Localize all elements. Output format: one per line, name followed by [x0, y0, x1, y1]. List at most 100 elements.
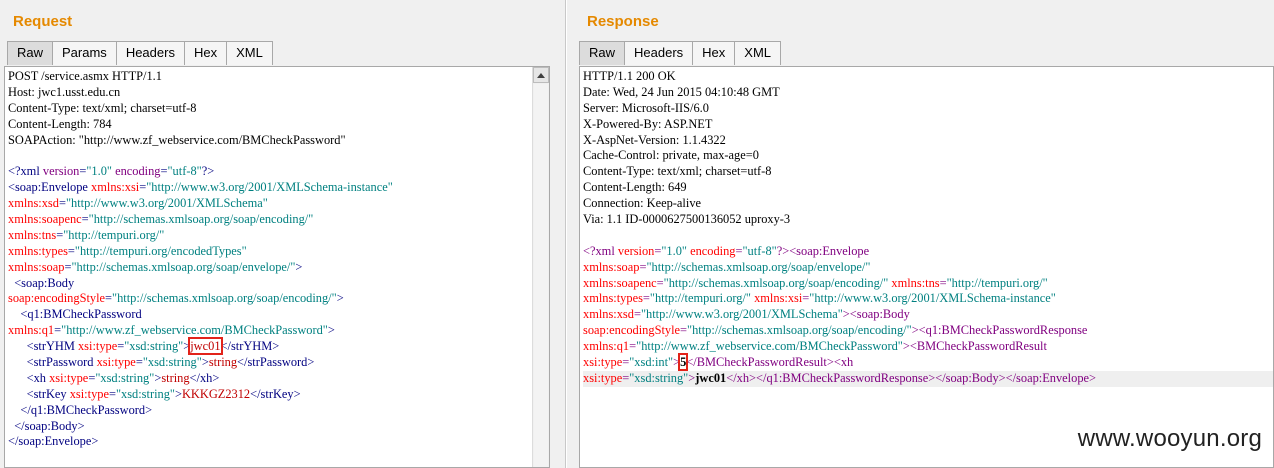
request-token: SOAPAction: "http://www.zf_webservice.co… — [8, 132, 346, 147]
request-token: xsi:type — [69, 386, 109, 401]
response-token: xmlns:soapenc — [583, 275, 657, 290]
request-line: xmlns:soapenc="http://schemas.xmlsoap.or… — [8, 212, 549, 228]
request-token: <strKey — [8, 386, 70, 401]
request-line: </q1:BMCheckPassword> — [8, 403, 549, 419]
request-token: xmlns:soapenc — [8, 212, 82, 227]
response-body[interactable]: HTTP/1.1 200 OK Date: Wed, 24 Jun 2015 04… — [580, 67, 1273, 387]
response-token: Via: 1.1 ID-0000627500136052 uproxy-3 — [583, 212, 791, 227]
request-tabs: Raw Params Headers Hex XML — [7, 41, 273, 65]
request-token: = — [58, 196, 66, 211]
response-token: Content-Length: 649 — [583, 180, 687, 195]
response-line: Cache-Control: private, max-age=0 — [583, 148, 1273, 164]
response-token: xmlns:xsi — [754, 291, 803, 306]
request-line: Content-Length: 784 — [8, 117, 549, 133]
response-token: </xh></q1:BMCheckPasswordResponse></soap… — [726, 370, 1096, 385]
response-line — [583, 228, 1273, 244]
request-token: xmlns:xsd — [8, 196, 59, 211]
request-tab-raw[interactable]: Raw — [7, 41, 54, 65]
request-token: version — [42, 164, 80, 179]
request-editor[interactable]: POST /service.asmx HTTP/1.1 Host: jwc1.us… — [4, 66, 550, 468]
request-token: </strKey> — [250, 386, 301, 401]
response-token: ><q1:BMCheckPasswordResponse — [911, 323, 1088, 338]
response-token: xsi:type — [583, 355, 623, 370]
response-token: X-AspNet-Version: 1.1.4322 — [583, 132, 726, 147]
request-token: = — [135, 355, 143, 370]
request-token: "http://www.w3.org/2001/XMLSchema" — [65, 196, 268, 211]
request-token: <strPassword — [8, 355, 97, 370]
response-line: Content-Type: text/xml; charset=utf-8 — [583, 164, 1273, 180]
response-line: Content-Length: 649 — [583, 180, 1273, 196]
request-line — [8, 148, 549, 164]
response-token: = — [735, 243, 743, 258]
request-token: <soap:Envelope — [8, 180, 92, 195]
request-line: xmlns:tns="http://tempuri.org/" — [8, 228, 549, 244]
response-title: Response — [587, 13, 659, 30]
response-token: X-Powered-By: ASP.NET — [583, 116, 713, 131]
request-title: Request — [13, 13, 73, 30]
response-token: = — [642, 291, 650, 306]
response-tab-hex[interactable]: Hex — [692, 41, 736, 65]
response-token: "http://www.zf_webservice.com/BMCheckPas… — [636, 339, 903, 354]
response-tab-xml[interactable]: XML — [734, 41, 782, 65]
request-line: <?xml version="1.0" encoding="utf-8"?> — [8, 164, 549, 180]
request-line: xmlns:types="http://tempuri.org/encodedT… — [8, 244, 549, 260]
request-tab-hex[interactable]: Hex — [183, 41, 228, 65]
request-tab-headers[interactable]: Headers — [115, 41, 185, 65]
request-body[interactable]: POST /service.asmx HTTP/1.1 Host: jwc1.us… — [5, 67, 549, 450]
watermark: www.wooyun.org — [1077, 425, 1262, 452]
request-token: xmlns:xsi — [91, 180, 140, 195]
response-line: xsi:type="xsd:string">jwc01</xh></q1:BMC… — [583, 370, 1273, 387]
response-line: soap:encodingStyle="http://schemas.xmlso… — [583, 323, 1273, 339]
request-token: </soap:Envelope> — [8, 434, 99, 449]
response-line: <?xml version="1.0" encoding="utf-8"?><s… — [583, 244, 1273, 260]
response-token: jwc01 — [695, 370, 727, 385]
request-token: "xsd:string" — [142, 355, 202, 370]
response-token: Cache-Control: private, max-age=0 — [583, 148, 759, 163]
response-line: xmlns:soapenc="http://schemas.xmlsoap.or… — [583, 276, 1273, 292]
scroll-track[interactable] — [534, 84, 548, 467]
response-tabs: Raw Headers Hex XML — [579, 41, 782, 65]
scroll-up-icon[interactable] — [533, 67, 549, 83]
response-editor[interactable]: HTTP/1.1 200 OK Date: Wed, 24 Jun 2015 04… — [579, 66, 1274, 468]
response-line: xmlns:types="http://tempuri.org/" xmlns:… — [583, 291, 1273, 307]
response-token: xsi:type — [583, 370, 623, 385]
request-token: "http://schemas.xmlsoap.org/soap/encodin… — [88, 212, 314, 227]
request-token: xmlns:tns — [8, 227, 57, 242]
response-token: "http://www.w3.org/2001/XMLSchema" — [640, 307, 843, 322]
request-token: </q1:BMCheckPassword> — [8, 402, 153, 417]
response-token: Content-Type: text/xml; charset=utf-8 — [583, 164, 772, 179]
response-token: encoding — [690, 243, 736, 258]
request-line: <xh xsi:type="xsd:string">string</xh> — [8, 371, 549, 387]
response-line: X-Powered-By: ASP.NET — [583, 117, 1273, 133]
response-token: "http://tempuri.org/" — [649, 291, 751, 306]
response-tab-raw[interactable]: Raw — [579, 41, 626, 65]
request-line: <soap:Envelope xmlns:xsi="http://www.w3.… — [8, 180, 549, 196]
request-tab-xml[interactable]: XML — [226, 41, 273, 65]
request-token: > — [174, 386, 182, 401]
request-token: "http://tempuri.org/encodedTypes" — [74, 243, 247, 258]
request-tab-params[interactable]: Params — [52, 41, 117, 65]
request-scrollbar[interactable] — [532, 67, 549, 467]
request-line: <soap:Body — [8, 276, 549, 292]
request-token: > — [201, 355, 209, 370]
response-token: Connection: Keep-alive — [583, 196, 702, 211]
response-token: "xsd:string" — [629, 370, 689, 385]
request-line: soap:encodingStyle="http://schemas.xmlso… — [8, 291, 549, 307]
request-line: Content-Type: text/xml; charset=utf-8 — [8, 101, 549, 117]
response-pane: Response Raw Headers Hex XML HTTP/1.1 200 O… — [567, 0, 1274, 468]
request-token: xsi:type — [96, 355, 136, 370]
request-token: <strYHM — [8, 339, 78, 354]
request-token: </strPassword> — [237, 355, 315, 370]
response-tab-headers[interactable]: Headers — [624, 41, 694, 65]
request-token: soap:encodingStyle — [8, 291, 106, 306]
response-token: "http://schemas.xmlsoap.org/soap/envelop… — [646, 259, 871, 274]
request-line: Host: jwc1.usst.edu.cn — [8, 85, 549, 101]
response-line: Via: 1.1 ID-0000627500136052 uproxy-3 — [583, 212, 1273, 228]
response-token: xmlns:tns — [891, 275, 940, 290]
request-token: Host: jwc1.usst.edu.cn — [8, 84, 121, 99]
request-token: <?xml — [8, 164, 43, 179]
response-token: "http://schemas.xmlsoap.org/soap/encodin… — [663, 275, 889, 290]
response-line: xmlns:q1="http://www.zf_webservice.com/B… — [583, 339, 1273, 355]
response-token: ><BMCheckPasswordResult — [902, 339, 1047, 354]
request-token: "utf-8" — [167, 164, 202, 179]
